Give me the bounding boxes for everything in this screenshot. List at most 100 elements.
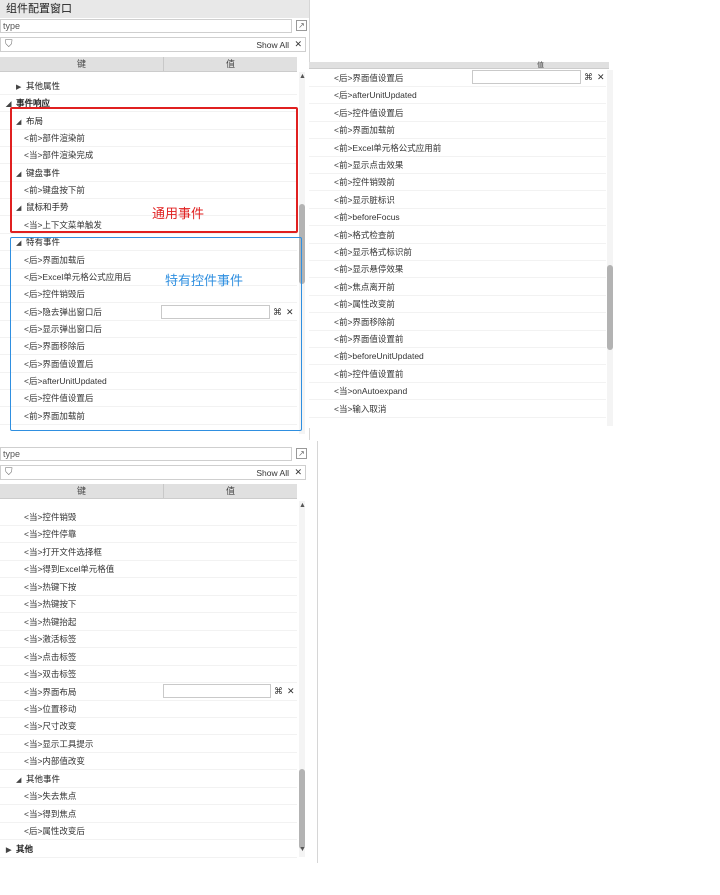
tree-row-label: <当>热键按下 — [24, 599, 77, 610]
tree-row[interactable]: <前>控件销毁前 — [309, 174, 606, 192]
tree-row-label: <当>尺寸改变 — [24, 721, 77, 732]
close-icon[interactable]: ✕ — [294, 467, 302, 478]
tree-row[interactable]: <当>输入取消 — [309, 401, 606, 418]
filter-bar: ⛉ Show All ✕ — [0, 465, 306, 480]
tree-row[interactable]: <前>界面移除前 — [309, 314, 606, 331]
tree-row-label: <后>afterUnitUpdated — [334, 90, 417, 101]
command-icon[interactable]: ⌘ — [274, 684, 283, 698]
tree-row[interactable]: <前>界面加载前 — [309, 122, 606, 140]
filter-icon[interactable]: ⛉ — [5, 467, 13, 478]
tree-row-label: <前>显示点击效果 — [334, 160, 404, 170]
tree-row[interactable]: <前>格式检查前 — [309, 227, 606, 244]
tree-row[interactable]: <前>界面值设置前 — [309, 331, 606, 348]
tree-row[interactable]: <当>得到Excel单元格值 — [0, 561, 297, 579]
tree-row-label: <当>双击标签 — [24, 669, 77, 680]
tree-row-label: 其他属性 — [26, 81, 61, 91]
tree-row-label: <前>显示脏标识 — [334, 194, 395, 205]
tree-row[interactable]: <当>得到焦点 — [0, 806, 297, 823]
filter-icon[interactable]: ⛉ — [5, 39, 13, 50]
tree-row-label: <当>得到Excel单元格值 — [24, 564, 115, 575]
special-events-annotation: 特有控件事件 — [165, 273, 244, 288]
expand-arrow-icon[interactable]: ▶ — [6, 842, 16, 859]
panel-top-right: 值 <后>界面值设置后 <后>afterUnitUpdated <后>控件值设置后 <… — [309, 62, 613, 428]
expand-icon[interactable]: ↗ — [296, 20, 307, 31]
clear-icon[interactable]: ✕ — [287, 684, 295, 698]
scrollbar-thumb[interactable] — [299, 769, 305, 849]
tree-row[interactable]: <前>显示脏标识 — [309, 192, 606, 209]
tree-row[interactable]: <当>位置移动 — [0, 701, 297, 718]
tree-row-label: <当>打开文件选择框 — [24, 546, 102, 557]
scrollbar[interactable] — [299, 501, 305, 857]
tree-row[interactable]: <当>热键按下 — [0, 596, 297, 614]
tree-row[interactable]: <前>焦点离开前 — [309, 279, 606, 296]
tree-row[interactable]: <后>属性改变后 — [0, 823, 297, 841]
tree-row[interactable]: <后>控件值设置后 — [309, 105, 606, 122]
tree-row[interactable]: <当>显示工具提示 — [0, 736, 297, 753]
tree-row-label: <当>激活标签 — [24, 634, 77, 645]
search-input[interactable]: type — [0, 19, 292, 33]
tree-row-label: <当>内部值改变 — [24, 756, 85, 767]
clear-icon[interactable]: ✕ — [597, 70, 605, 84]
search-input[interactable]: type — [0, 447, 292, 461]
tree-row-label: <前>beforeFocus — [334, 212, 400, 223]
tree-row[interactable]: <前>显示悬停效果 — [309, 261, 606, 279]
tree-row[interactable]: <当>失去焦点 — [0, 788, 297, 806]
tree-group[interactable]: ◢ 其他事件 — [0, 771, 297, 788]
tree-row-label: <前>焦点离开前 — [334, 281, 395, 292]
collapse-arrow-icon[interactable]: ◢ — [16, 772, 26, 789]
tree-row-label: <当>热键抬起 — [24, 616, 77, 627]
scroll-up-icon[interactable]: ▲ — [299, 502, 306, 509]
scroll-down-icon[interactable]: ▼ — [299, 846, 306, 853]
tree-row[interactable]: <当>控件销毁 — [0, 509, 297, 526]
tree-row-label: <前>控件销毁前 — [334, 177, 395, 188]
tree-row[interactable]: <前>beforeFocus — [309, 209, 606, 227]
expand-arrow-icon[interactable]: ▶ — [16, 79, 26, 96]
scrollbar[interactable] — [607, 70, 613, 426]
divider — [317, 441, 318, 863]
tree-row-label: <前>显示格式标识前 — [334, 247, 412, 257]
panel-bottom-left: type ↗ ⛉ Show All ✕ 键 值 <当>控件销毁 <当>控件停靠 <当… — [0, 441, 318, 895]
tree-row[interactable]: <前>控件值设置前 — [309, 366, 606, 383]
tree-row-label: <当>显示工具提示 — [24, 738, 94, 749]
tree-row[interactable]: <前>显示格式标识前 — [309, 244, 606, 261]
tree-row[interactable]: <当>激活标签 — [0, 631, 297, 649]
tree-row-label: <当>热键下按 — [24, 581, 77, 592]
tree-row[interactable]: <当>控件停靠 — [0, 526, 297, 544]
tree-row-label: <前>beforeUnitUpdated — [334, 351, 424, 362]
tree-row[interactable]: <后>afterUnitUpdated — [309, 87, 606, 105]
tree-row[interactable]: <前>Excel单元格公式应用前 — [309, 140, 606, 157]
value-input[interactable] — [472, 70, 581, 84]
tree-row-label: <后>界面值设置后 — [334, 73, 404, 83]
tree-row[interactable]: <当>内部值改变 — [0, 753, 297, 771]
tree-row-label: <当>位置移动 — [24, 703, 77, 714]
tree-row-label: <前>界面加载前 — [334, 125, 395, 136]
show-all-button[interactable]: Show All — [256, 40, 289, 50]
close-icon[interactable]: ✕ — [294, 39, 302, 50]
tree-row[interactable]: <当>打开文件选择框 — [0, 544, 297, 561]
tree-row[interactable]: <当>点击标签 — [0, 649, 297, 666]
tree-row[interactable]: <当>热键下按 — [0, 579, 297, 596]
tree-group[interactable]: ▶ 其他属性 — [0, 78, 297, 95]
command-icon[interactable]: ⌘ — [584, 70, 593, 84]
tree-row[interactable]: <前>beforeUnitUpdated — [309, 348, 606, 366]
tree-row[interactable]: <当>尺寸改变 — [0, 718, 297, 736]
scrollbar-thumb[interactable] — [607, 265, 613, 350]
tree-row-label: <前>显示悬停效果 — [334, 264, 404, 275]
scroll-up-icon[interactable]: ▲ — [299, 73, 306, 80]
show-all-button[interactable]: Show All — [256, 468, 289, 478]
column-value-label: 值 — [225, 486, 235, 496]
tree-group[interactable]: ▶ 其他 — [0, 841, 297, 858]
tree-row[interactable]: <前>属性改变前 — [309, 296, 606, 314]
tree-row-label: <当>失去焦点 — [24, 791, 77, 802]
tree-row-label: <后>属性改变后 — [24, 826, 85, 837]
tree-row[interactable]: <前>显示点击效果 — [309, 157, 606, 174]
tree-row[interactable]: <当>双击标签 — [0, 666, 297, 684]
expand-icon[interactable]: ↗ — [296, 448, 307, 459]
value-input[interactable] — [163, 684, 271, 698]
tree-row[interactable]: <当>onAutoexpand — [309, 383, 606, 401]
tree-row[interactable]: <当>热键抬起 — [0, 614, 297, 631]
tree-row-label: <当>onAutoexpand — [334, 386, 408, 397]
tree-row-label: <前>界面移除前 — [334, 316, 395, 327]
tree-row-label: <后>控件值设置后 — [334, 107, 404, 118]
special-events-highlight — [10, 237, 302, 431]
